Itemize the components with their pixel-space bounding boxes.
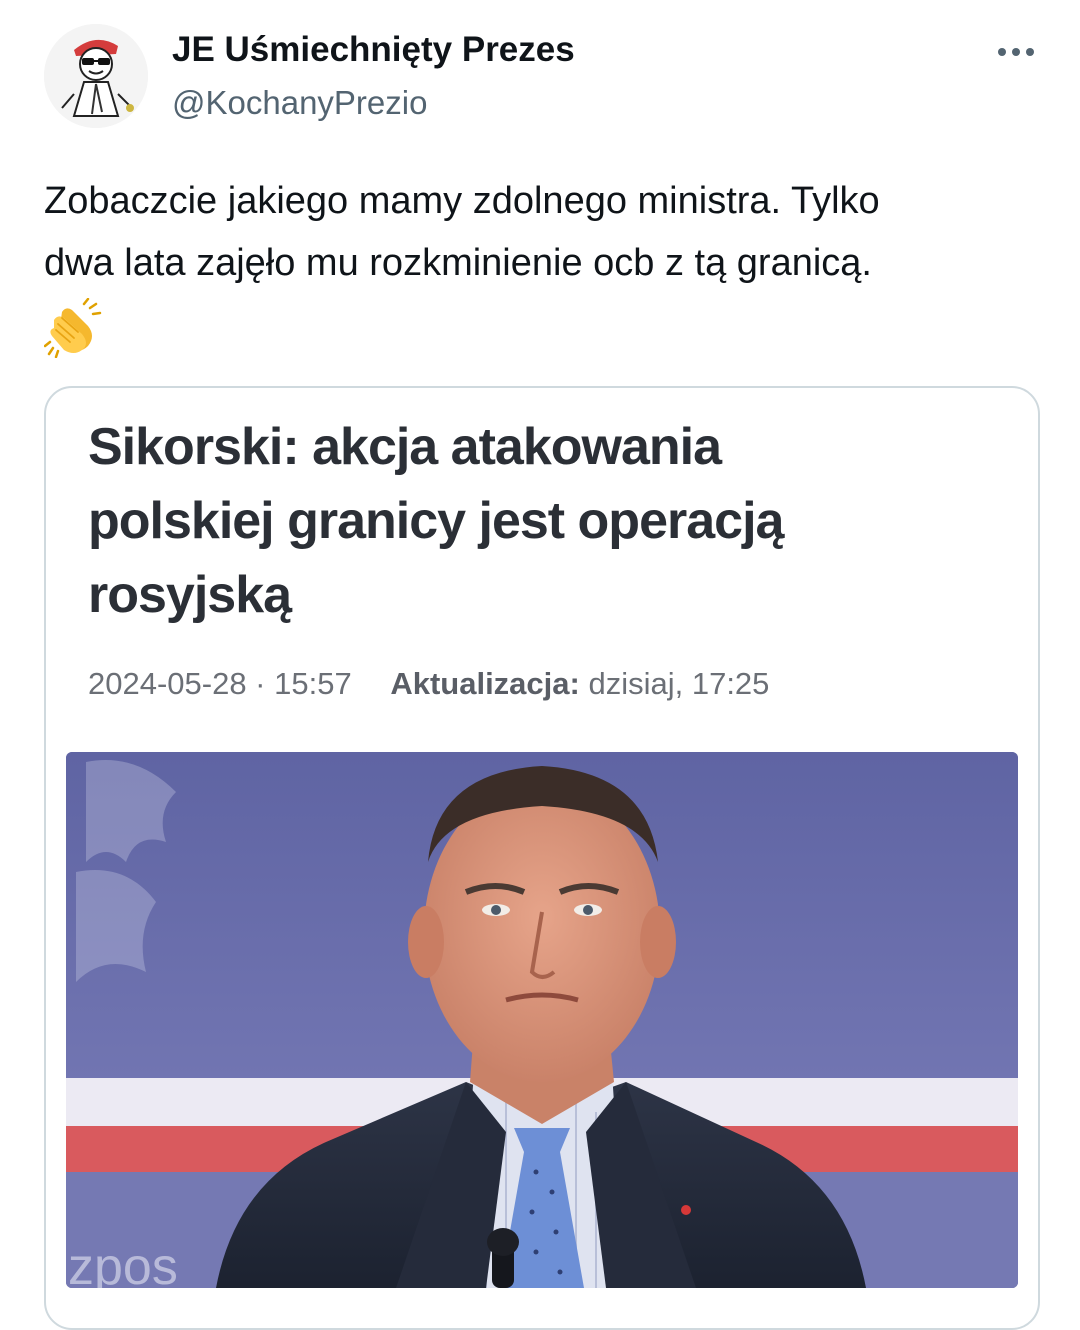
more-dot-icon [1012,48,1020,56]
article-date: 2024-05-28 · 15:57 [88,666,352,701]
tweet-text-line: dwa lata zajęło mu rozkminienie ocb z tą… [44,242,872,284]
article-headline: Sikorski: akcja atakowania polskiej gran… [88,410,988,632]
tweet-text-line: Zobaczcie jakiego mamy zdolnego ministra… [44,180,880,222]
more-dot-icon [998,48,1006,56]
avatar-cartoon-icon [44,24,148,128]
headline-line: rosyjską [88,566,292,624]
article-card[interactable]: Sikorski: akcja atakowania polskiej gran… [44,386,1040,1330]
article-meta: 2024-05-28 · 15:57 Aktualizacja: dzisiaj… [88,666,769,702]
headline-line: Sikorski: akcja atakowania [88,418,722,476]
updated-value: dzisiaj, 17:25 [588,666,770,701]
author-avatar[interactable] [44,24,148,128]
clapping-hands-icon [44,298,104,358]
article-photo: zpos [66,752,1018,1288]
more-dot-icon [1026,48,1034,56]
headline-line: polskiej granicy jest operacją [88,492,784,550]
tweet-text: Zobaczcie jakiego mamy zdolnego ministra… [44,170,1044,294]
author-display-name[interactable]: JE Uśmiechnięty Prezes [172,30,575,70]
more-options-button[interactable] [988,34,1044,70]
tweet: JE Uśmiechnięty Prezes @KochanyPrezio Zo… [0,0,1080,1330]
photo-backdrop-text: zpos [68,1238,178,1288]
author-handle[interactable]: @KochanyPrezio [172,84,427,122]
updated-label: Aktualizacja: [390,666,580,701]
